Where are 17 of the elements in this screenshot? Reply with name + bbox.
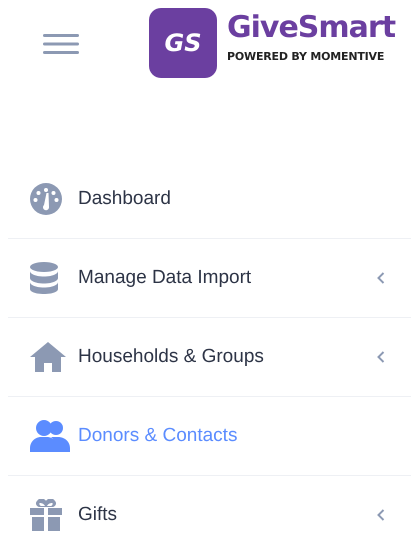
menu-button[interactable] [43, 32, 79, 56]
nav-item[interactable]: Dashboard [30, 183, 171, 215]
nav-item[interactable]: Households & Groups [30, 342, 264, 372]
dashboard-gauge-icon [30, 183, 62, 215]
chevron-left-icon[interactable] [377, 351, 385, 363]
nav-item[interactable]: Gifts [30, 499, 118, 531]
logo-mark: GS [149, 8, 217, 78]
database-icon [30, 262, 58, 294]
menu-icon [43, 34, 79, 54]
brand-tagline: POWERED BY MOMENTIVE [227, 50, 386, 63]
brand-name: GiveSmart [227, 9, 396, 47]
chevron-left-icon[interactable] [377, 272, 385, 284]
users-icon [30, 420, 70, 452]
nav-item[interactable]: Manage Data Import [30, 262, 252, 294]
house-icon [30, 342, 66, 372]
chevron-left-icon[interactable] [377, 509, 385, 521]
gift-icon [30, 499, 62, 531]
